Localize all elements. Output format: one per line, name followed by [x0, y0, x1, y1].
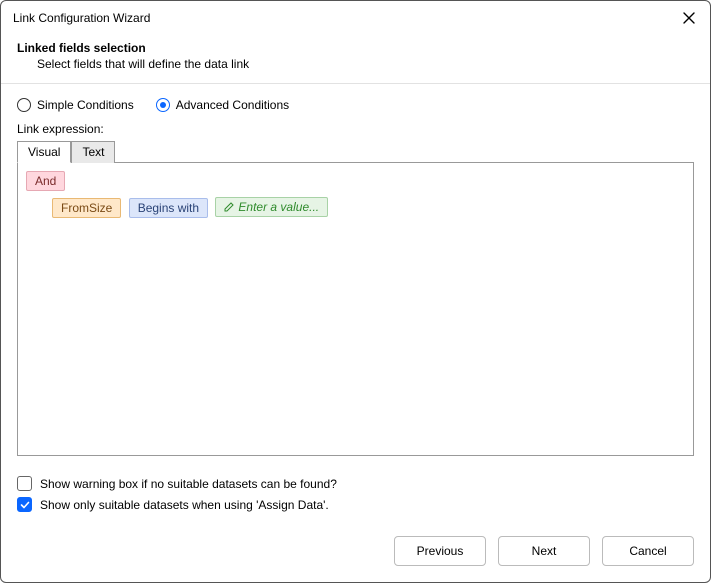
operator-chip[interactable]: Begins with	[129, 198, 208, 218]
radio-advanced-conditions[interactable]: Advanced Conditions	[156, 98, 289, 112]
link-expression-label: Link expression:	[17, 122, 694, 136]
options-group: Show warning box if no suitable datasets…	[1, 460, 710, 524]
wizard-body: Simple Conditions Advanced Conditions Li…	[1, 84, 710, 460]
wizard-header: Linked fields selection Select fields th…	[1, 33, 710, 84]
tab-text[interactable]: Text	[71, 141, 115, 163]
checkbox-label: Show warning box if no suitable datasets…	[40, 477, 337, 491]
value-chip[interactable]: Enter a value...	[215, 197, 328, 217]
tab-visual[interactable]: Visual	[17, 141, 71, 163]
expression-editor: And FromSize Begins with Enter a value..…	[17, 163, 694, 456]
checkbox-icon	[17, 476, 32, 491]
radio-simple-conditions[interactable]: Simple Conditions	[17, 98, 134, 112]
radio-label: Simple Conditions	[37, 98, 134, 112]
expression-tabs: Visual Text	[17, 140, 694, 163]
radio-label: Advanced Conditions	[176, 98, 289, 112]
field-chip[interactable]: FromSize	[52, 198, 121, 218]
titlebar: Link Configuration Wizard	[1, 1, 710, 33]
edit-icon	[224, 202, 234, 212]
checkbox-icon	[17, 497, 32, 512]
condition-mode-group: Simple Conditions Advanced Conditions	[17, 98, 694, 112]
window-title: Link Configuration Wizard	[13, 11, 150, 25]
page-subtitle: Select fields that will define the data …	[37, 57, 694, 71]
checkbox-show-suitable[interactable]: Show only suitable datasets when using '…	[17, 497, 694, 512]
checkbox-label: Show only suitable datasets when using '…	[40, 498, 329, 512]
next-button[interactable]: Next	[498, 536, 590, 566]
radio-icon	[156, 98, 170, 112]
checkbox-show-warning[interactable]: Show warning box if no suitable datasets…	[17, 476, 694, 491]
page-title: Linked fields selection	[17, 41, 694, 55]
close-button[interactable]	[678, 7, 700, 29]
value-placeholder: Enter a value...	[238, 200, 319, 214]
previous-button[interactable]: Previous	[394, 536, 486, 566]
wizard-footer: Previous Next Cancel	[1, 524, 710, 582]
expression-row: FromSize Begins with Enter a value...	[52, 197, 685, 218]
group-operator-chip[interactable]: And	[26, 171, 65, 191]
radio-icon	[17, 98, 31, 112]
close-icon	[683, 12, 695, 24]
cancel-button[interactable]: Cancel	[602, 536, 694, 566]
expression-group: And	[26, 171, 685, 191]
